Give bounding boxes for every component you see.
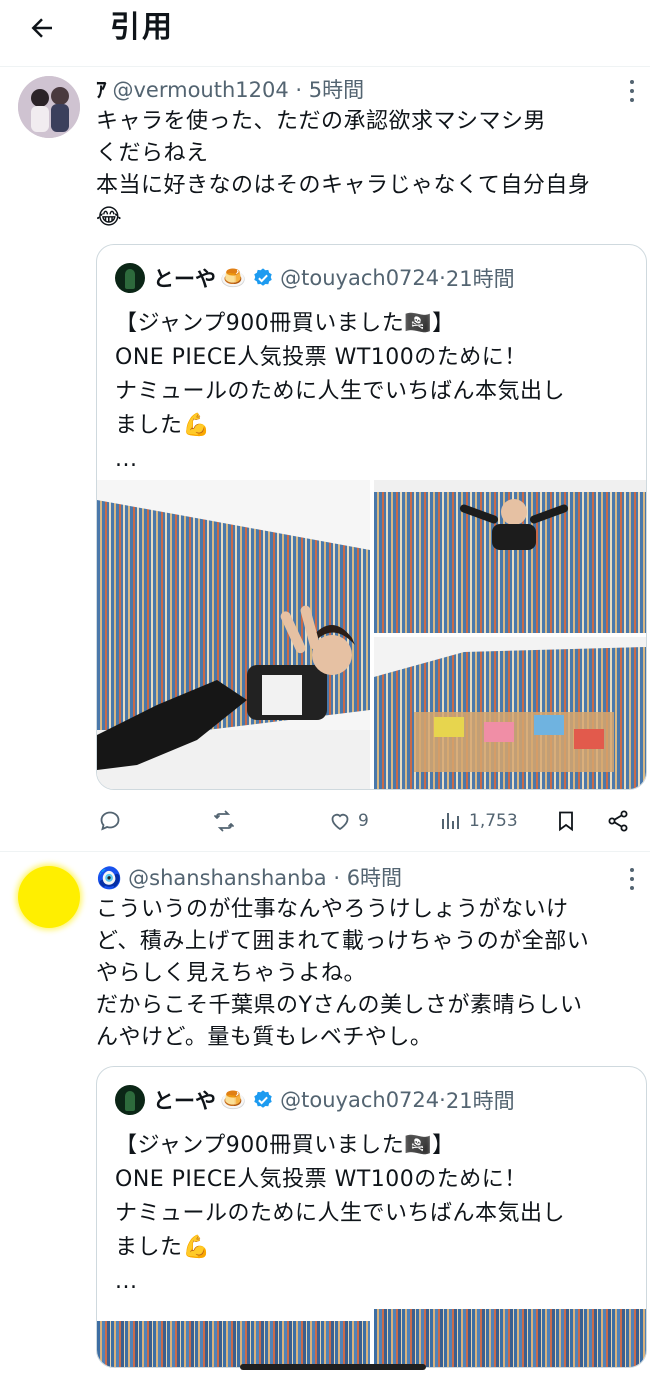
bookmark-button[interactable] <box>554 806 578 836</box>
text-line: だからこそ千葉県のYさんの美しさが素晴らしい <box>96 993 583 1018</box>
pudding-emoji: 🍮 <box>220 265 247 290</box>
user-handle[interactable]: @vermouth1204 <box>113 78 289 102</box>
quoted-display-name: とーや <box>153 267 216 291</box>
photo[interactable] <box>97 480 370 789</box>
timestamp[interactable]: 5時間 <box>309 78 364 102</box>
like-button[interactable]: 9 <box>328 806 369 836</box>
retweet-button[interactable] <box>212 806 236 836</box>
pudding-emoji: 🍮 <box>220 1087 247 1112</box>
tweet-actions: 9 1,753 <box>96 806 641 836</box>
photo[interactable] <box>374 480 646 633</box>
text-line: ... <box>115 1269 138 1294</box>
media-grid <box>97 1301 646 1367</box>
tweet-text: キャラを使った、ただの承認欲求マシマシ男 くだらねえ 本当に好きなのはそのキャラ… <box>96 106 641 234</box>
page-title: 引用 <box>110 10 174 45</box>
avatar[interactable] <box>18 76 80 138</box>
tweet[interactable]: 🧿 @shanshanshanba · 6時間 こういうのが仕事なんやろうけしょう… <box>0 852 650 1387</box>
quoted-tweet[interactable]: とーや 🍮 @touyach0724 · 21時間 【ジャンプ900冊買いました… <box>96 244 647 790</box>
more-options-button[interactable] <box>626 868 638 890</box>
reply-button[interactable] <box>98 806 122 836</box>
user-handle[interactable]: @shanshanshanba <box>128 866 327 890</box>
timestamp[interactable]: 6時間 <box>347 866 402 890</box>
display-name[interactable]: 🧿 <box>96 866 122 890</box>
text-line: ... <box>115 447 138 472</box>
reply-icon <box>100 811 120 831</box>
text-line: ました💪 <box>115 1235 211 1260</box>
text-line: 😂 <box>96 205 123 230</box>
text-line: ど、積み上げて囲まれて載っけちゃうのが全部い <box>96 929 590 954</box>
text-line: くだらねえ <box>96 141 209 166</box>
views-button[interactable]: 1,753 <box>439 806 518 836</box>
quoted-text: 【ジャンプ900冊買いました🏴‍☠️】 ONE PIECE人気投票 WT100の… <box>115 1129 635 1299</box>
tweet-meta: ｱ @vermouth1204 · 5時間 <box>96 78 365 102</box>
text-line: ONE PIECE人気投票 WT100のために！ <box>115 345 527 370</box>
retweet-icon <box>214 810 234 832</box>
text-line: ナミュールのために人生でいちばん本気出し <box>115 379 566 404</box>
quoted-tweet[interactable]: とーや 🍮 @touyach0724 · 21時間 【ジャンプ900冊買いました… <box>96 1066 647 1368</box>
like-count: 9 <box>358 811 369 831</box>
photo[interactable] <box>374 637 646 789</box>
tweet-meta: 🧿 @shanshanshanba · 6時間 <box>96 866 403 890</box>
more-options-button[interactable] <box>626 80 638 102</box>
avatar-image <box>18 76 80 138</box>
bookmark-icon <box>559 811 573 832</box>
view-count: 1,753 <box>469 811 518 831</box>
quoted-tweet-header: とーや 🍮 @touyach0724 · 21時間 <box>115 263 515 293</box>
text-line: こういうのが仕事なんやろうけしょうがないけ <box>96 897 569 922</box>
back-button[interactable] <box>22 8 62 48</box>
quoted-display-name: とーや <box>153 1089 216 1113</box>
tweet[interactable]: ｱ @vermouth1204 · 5時間 キャラを使った、ただの承認欲求マシマシ… <box>0 66 650 852</box>
text-line: 【ジャンプ900冊買いました🏴‍☠️】 <box>115 1133 455 1158</box>
quoted-tweet-header: とーや 🍮 @touyach0724 · 21時間 <box>115 1085 515 1115</box>
text-line: 本当に好きなのはそのキャラじゃなくて自分自身 <box>96 173 591 198</box>
text-line: ました💪 <box>115 413 211 438</box>
quoted-handle: @touyach0724 <box>280 266 440 290</box>
text-line: んやけど。量も質もレベチやし。 <box>96 1025 433 1050</box>
verified-badge-icon <box>254 1090 272 1108</box>
home-indicator[interactable] <box>240 1364 426 1370</box>
media-grid <box>97 480 646 789</box>
quoted-text: 【ジャンプ900冊買いました🏴‍☠️】 ONE PIECE人気投票 WT100の… <box>115 307 635 477</box>
verified-badge-icon <box>254 268 272 286</box>
quoted-avatar <box>115 1085 145 1115</box>
arrow-left-icon <box>31 18 52 38</box>
quoted-avatar <box>115 263 145 293</box>
photo-image <box>374 480 646 633</box>
text-line: やらしく見えちゃうよね。 <box>96 961 367 986</box>
quoted-timestamp: 21時間 <box>445 267 515 291</box>
display-name[interactable]: ｱ <box>96 78 107 102</box>
photo-image <box>97 480 370 789</box>
photo-image <box>374 637 646 789</box>
quoted-handle: @touyach0724 <box>280 1088 440 1112</box>
text-line: キャラを使った、ただの承認欲求マシマシ男 <box>96 109 547 134</box>
top-bar: 引用 <box>0 0 650 67</box>
text-line: ナミュールのために人生でいちばん本気出し <box>115 1201 566 1226</box>
tweet-text: こういうのが仕事なんやろうけしょうがないけ ど、積み上げて囲まれて載っけちゃうの… <box>96 894 641 1054</box>
analytics-icon <box>442 813 459 829</box>
photo[interactable] <box>97 1321 370 1367</box>
text-line: ONE PIECE人気投票 WT100のために！ <box>115 1167 527 1192</box>
photo[interactable] <box>374 1309 646 1367</box>
share-button[interactable] <box>606 806 630 836</box>
avatar[interactable] <box>18 866 80 928</box>
text-line: 【ジャンプ900冊買いました🏴‍☠️】 <box>115 311 455 336</box>
share-icon <box>608 810 628 832</box>
quoted-timestamp: 21時間 <box>445 1089 515 1113</box>
heart-icon <box>331 813 349 831</box>
